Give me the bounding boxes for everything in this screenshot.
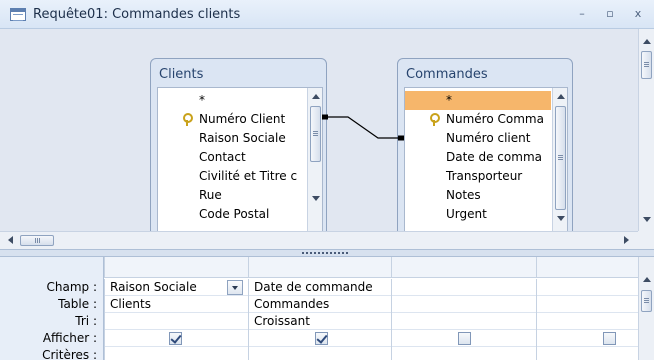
cell-table[interactable]: Commandes — [249, 296, 391, 313]
splitter-grip-icon[interactable] — [302, 252, 348, 254]
minimize-button[interactable]: – — [573, 6, 591, 22]
cell-champ[interactable] — [392, 279, 536, 296]
cell-champ[interactable]: Raison Sociale — [105, 279, 248, 296]
row-label-tri: Tri : — [75, 314, 97, 328]
column-selector[interactable] — [536, 257, 638, 278]
query-design-grid[interactable]: Champ : Table : Tri : Afficher : Critère… — [0, 257, 654, 360]
column-selector[interactable] — [391, 257, 536, 278]
scrollbar-corner — [638, 231, 654, 249]
cell-champ[interactable]: Date de commande — [249, 279, 391, 296]
cell-afficher[interactable] — [249, 330, 391, 347]
cell-criteres[interactable] — [249, 347, 391, 360]
window-title-bar: Requête01: Commandes clients – ▫ x — [0, 0, 654, 29]
afficher-checkbox[interactable] — [169, 332, 182, 345]
row-label-champ: Champ : — [46, 280, 97, 294]
cell-tri[interactable] — [537, 313, 638, 330]
afficher-checkbox[interactable] — [458, 332, 471, 345]
cell-criteres[interactable] — [392, 347, 536, 360]
cell-tri[interactable] — [392, 313, 536, 330]
join-line[interactable] — [0, 29, 638, 231]
cell-table[interactable] — [392, 296, 536, 313]
grid-column-2[interactable]: Date de commande Commandes Croissant — [248, 279, 391, 360]
cell-criteres[interactable] — [537, 347, 638, 360]
scroll-up-icon[interactable] — [643, 39, 651, 44]
column-selector[interactable] — [104, 257, 248, 278]
cell-afficher[interactable] — [105, 330, 248, 347]
grid-vertical-scrollbar[interactable] — [638, 257, 654, 360]
row-label-criteres: Critères : — [42, 348, 97, 360]
design-vertical-scrollbar[interactable] — [638, 29, 654, 231]
dropdown-arrow-icon[interactable] — [227, 280, 243, 295]
cell-table[interactable] — [537, 296, 638, 313]
grid-column-4[interactable] — [536, 279, 638, 360]
scrollbar-thumb[interactable] — [641, 290, 652, 312]
grid-column-3[interactable] — [391, 279, 536, 360]
cell-table[interactable]: Clients — [105, 296, 248, 313]
cell-tri[interactable]: Croissant — [249, 313, 391, 330]
cell-champ-value: Raison Sociale — [110, 280, 197, 294]
cell-tri[interactable] — [105, 313, 248, 330]
pane-splitter[interactable] — [0, 249, 654, 257]
grid-row-headers: Champ : Table : Tri : Afficher : Critère… — [0, 257, 104, 360]
scroll-left-icon[interactable] — [8, 236, 13, 244]
maximize-button[interactable]: ▫ — [601, 6, 619, 22]
scrollbar-thumb[interactable] — [641, 51, 652, 79]
row-label-table: Table : — [58, 297, 97, 311]
query-design-pane[interactable]: Clients * Numéro Client Raison Sociale C… — [0, 29, 638, 260]
afficher-checkbox[interactable] — [315, 332, 328, 345]
cell-champ[interactable] — [537, 279, 638, 296]
cell-criteres[interactable] — [105, 347, 248, 360]
scrollbar-thumb[interactable] — [20, 235, 54, 246]
scroll-right-icon[interactable] — [624, 236, 629, 244]
row-label-afficher: Afficher : — [42, 331, 97, 345]
scroll-down-icon[interactable] — [643, 217, 651, 222]
query-icon — [10, 8, 26, 21]
window-title: Requête01: Commandes clients — [33, 7, 241, 22]
cell-afficher[interactable] — [537, 330, 638, 347]
scroll-up-icon[interactable] — [643, 277, 651, 282]
grid-column-1[interactable]: Raison Sociale Clients — [104, 279, 248, 360]
close-button[interactable]: x — [629, 6, 647, 22]
design-horizontal-scrollbar[interactable] — [0, 231, 638, 249]
column-selector[interactable] — [248, 257, 391, 278]
cell-afficher[interactable] — [392, 330, 536, 347]
afficher-checkbox[interactable] — [603, 332, 616, 345]
